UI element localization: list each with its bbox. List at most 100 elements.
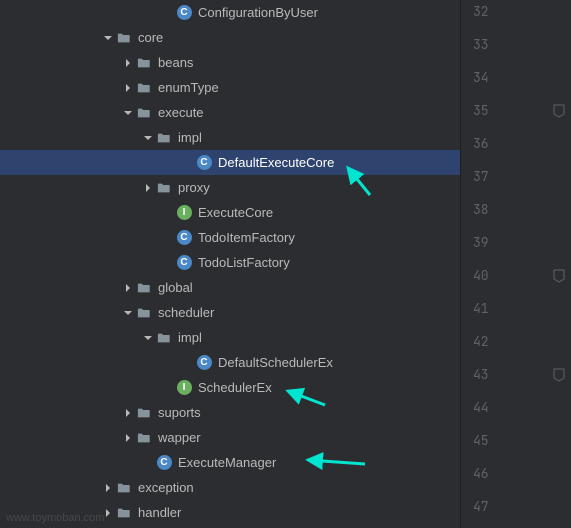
bookmark-icon[interactable] xyxy=(553,269,565,283)
arrow-spacer xyxy=(160,380,176,396)
tree-item-label: enumType xyxy=(158,80,227,95)
class-icon: C xyxy=(176,5,192,21)
tree-item-label: scheduler xyxy=(158,305,222,320)
chevron-down-icon[interactable] xyxy=(100,30,116,46)
tree-item-label: impl xyxy=(178,330,210,345)
bookmark-icon[interactable] xyxy=(553,104,565,118)
line-number: 44 xyxy=(473,399,489,416)
chevron-down-icon[interactable] xyxy=(120,105,136,121)
chevron-right-icon[interactable] xyxy=(120,80,136,96)
arrow-spacer xyxy=(160,5,176,21)
folder-icon xyxy=(136,280,152,296)
tree-item-beans[interactable]: beans xyxy=(0,50,460,75)
arrow-spacer xyxy=(160,230,176,246)
tree-item-impl[interactable]: impl xyxy=(0,125,460,150)
editor-gutter: 32333435363738394041424344454647 xyxy=(460,0,571,528)
arrow-spacer xyxy=(160,255,176,271)
line-number: 33 xyxy=(473,36,489,53)
tree-item-suports[interactable]: suports xyxy=(0,400,460,425)
line-number: 46 xyxy=(473,465,489,482)
interface-icon: I xyxy=(176,380,192,396)
interface-icon: I xyxy=(176,205,192,221)
tree-item-label: ExecuteCore xyxy=(198,205,281,220)
tree-item-todoitemfactory[interactable]: C TodoItemFactory xyxy=(0,225,460,250)
folder-icon xyxy=(156,130,172,146)
bookmark-icon[interactable] xyxy=(553,368,565,382)
line-number: 35 xyxy=(473,102,489,119)
class-icon: C xyxy=(196,155,212,171)
folder-icon xyxy=(116,505,132,521)
class-icon: C xyxy=(176,255,192,271)
tree-item-todolistfactory[interactable]: CTodoListFactory xyxy=(0,250,460,275)
tree-item-proxy[interactable]: proxy xyxy=(0,175,460,200)
tree-item-scheduler[interactable]: scheduler xyxy=(0,300,460,325)
chevron-right-icon[interactable] xyxy=(100,505,116,521)
tree-item-global[interactable]: global xyxy=(0,275,460,300)
folder-icon xyxy=(156,330,172,346)
line-number: 42 xyxy=(473,333,489,350)
tree-item-label: global xyxy=(158,280,201,295)
project-tree[interactable]: C ConfigurationByUser core beans enumType exe… xyxy=(0,0,460,528)
tree-item-label: execute xyxy=(158,105,212,120)
class-icon: C xyxy=(176,230,192,246)
chevron-right-icon[interactable] xyxy=(100,480,116,496)
line-number: 40 xyxy=(473,267,489,284)
line-number: 47 xyxy=(473,498,489,515)
folder-icon xyxy=(136,430,152,446)
tree-item-configurationbyuser[interactable]: C ConfigurationByUser xyxy=(0,0,460,25)
chevron-down-icon[interactable] xyxy=(140,130,156,146)
folder-icon xyxy=(136,80,152,96)
line-number: 45 xyxy=(473,432,489,449)
tree-item-executecore[interactable]: I ExecuteCore xyxy=(0,200,460,225)
chevron-right-icon[interactable] xyxy=(120,430,136,446)
folder-icon xyxy=(136,405,152,421)
tree-item-enumtype[interactable]: enumType xyxy=(0,75,460,100)
line-number: 36 xyxy=(473,135,489,152)
tree-item-label: DefaultExecuteCore xyxy=(218,155,342,170)
tree-item-label: DefaultSchedulerEx xyxy=(218,355,341,370)
line-number: 32 xyxy=(473,3,489,20)
folder-icon xyxy=(156,180,172,196)
tree-item-label: impl xyxy=(178,130,210,145)
folder-icon xyxy=(136,55,152,71)
tree-item-label: beans xyxy=(158,55,201,70)
line-number: 43 xyxy=(473,366,489,383)
tree-item-execute[interactable]: execute xyxy=(0,100,460,125)
tree-item-label: wapper xyxy=(158,430,209,445)
chevron-down-icon[interactable] xyxy=(120,305,136,321)
folder-icon xyxy=(116,30,132,46)
class-icon: C xyxy=(196,355,212,371)
folder-icon xyxy=(116,480,132,496)
arrow-spacer xyxy=(180,355,196,371)
folder-icon xyxy=(136,305,152,321)
tree-item-label: ConfigurationByUser xyxy=(198,5,326,20)
tree-item-schedulerex[interactable]: I SchedulerEx xyxy=(0,375,460,400)
tree-item-defaultschedulerex[interactable]: C DefaultSchedulerEx xyxy=(0,350,460,375)
arrow-spacer xyxy=(160,205,176,221)
tree-item-label: SchedulerEx xyxy=(198,380,280,395)
tree-item-label: ExecuteManager xyxy=(178,455,284,470)
tree-item-impl[interactable]: impl xyxy=(0,325,460,350)
folder-icon xyxy=(136,105,152,121)
chevron-right-icon[interactable] xyxy=(120,280,136,296)
tree-item-core[interactable]: core xyxy=(0,25,460,50)
tree-item-exception[interactable]: exception xyxy=(0,475,460,500)
chevron-right-icon[interactable] xyxy=(120,55,136,71)
chevron-right-icon[interactable] xyxy=(120,405,136,421)
tree-item-defaultexecutecore[interactable]: C DefaultExecuteCore xyxy=(0,150,460,175)
tree-item-executemanager[interactable]: C ExecuteManager xyxy=(0,450,460,475)
line-number: 41 xyxy=(473,300,489,317)
tree-item-label: handler xyxy=(138,505,189,520)
tree-item-label: suports xyxy=(158,405,209,420)
line-number: 39 xyxy=(473,234,489,251)
tree-item-label: exception xyxy=(138,480,202,495)
tree-item-handler[interactable]: handler xyxy=(0,500,460,525)
class-icon: C xyxy=(156,455,172,471)
tree-item-label: TodoItemFactory xyxy=(198,230,303,245)
chevron-right-icon[interactable] xyxy=(140,180,156,196)
tree-item-wapper[interactable]: wapper xyxy=(0,425,460,450)
chevron-down-icon[interactable] xyxy=(140,330,156,346)
line-number: 34 xyxy=(473,69,489,86)
line-number: 37 xyxy=(473,168,489,185)
tree-item-label: proxy xyxy=(178,180,218,195)
